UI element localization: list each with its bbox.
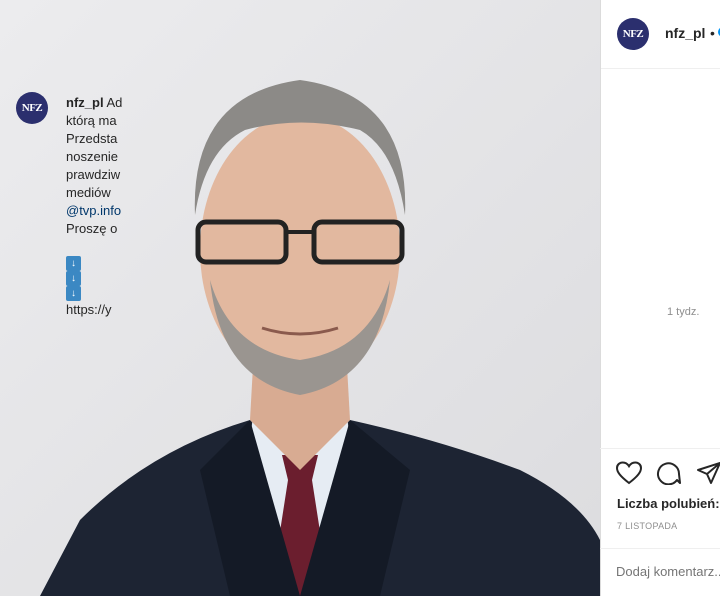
caption-line: prawdziw bbox=[66, 167, 121, 182]
heart-icon[interactable] bbox=[616, 461, 642, 485]
caption-line: noszenie bbox=[66, 149, 119, 164]
caption-line: Ad bbox=[106, 95, 123, 110]
caption-link[interactable]: https://y bbox=[66, 301, 286, 319]
caption-username-link[interactable]: nfz_pl bbox=[66, 95, 104, 110]
caption-line: Proszę o bbox=[66, 221, 118, 236]
caption-line: mediów bbox=[66, 185, 111, 200]
down-arrow-icon: ↓ bbox=[66, 286, 81, 301]
mention-link[interactable]: @tvp.info bbox=[66, 202, 286, 220]
caption-avatar[interactable]: NFZ bbox=[16, 92, 48, 124]
comment-input[interactable] bbox=[616, 564, 720, 579]
likes-count[interactable]: Liczba polubień: bbox=[617, 496, 720, 511]
comment-bubble-icon[interactable] bbox=[656, 461, 682, 485]
actions-area: Liczba polubień: 7 LISTOPADA bbox=[600, 0, 720, 596]
comment-box bbox=[600, 548, 720, 596]
post-caption: nfz_pl Ad którą ma Przedsta noszenie pra… bbox=[66, 94, 286, 319]
action-bar: Liczba polubień: 7 LISTOPADA bbox=[600, 448, 720, 559]
caption-line: którą ma bbox=[66, 113, 117, 128]
arrow-emojis: ↓ ↓ ↓ bbox=[66, 256, 286, 301]
post-date: 7 LISTOPADA bbox=[617, 521, 678, 531]
caption-line: Przedsta bbox=[66, 131, 118, 146]
paper-plane-icon[interactable] bbox=[696, 461, 720, 485]
